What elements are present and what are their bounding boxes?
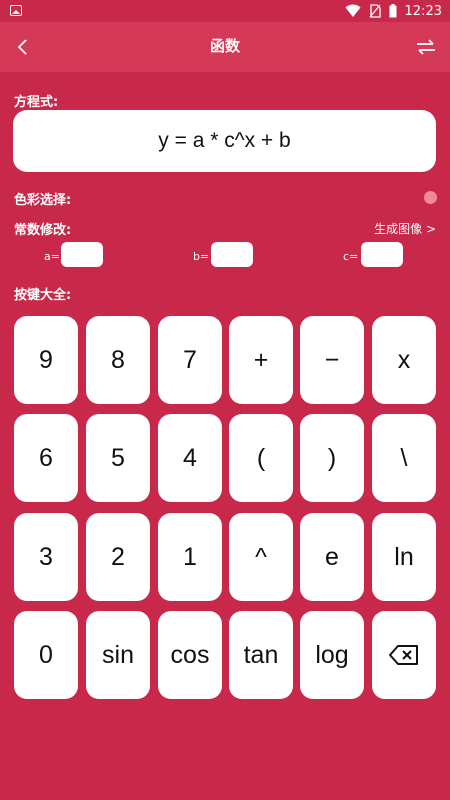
status-bar: 12:23 (0, 0, 450, 22)
title-bar: 函数 (0, 22, 450, 72)
key-5[interactable]: 5 (86, 414, 150, 502)
key-2[interactable]: 2 (86, 513, 150, 601)
key-7[interactable]: 7 (158, 316, 222, 404)
keys-label: 按键大全: (14, 288, 72, 303)
key-6[interactable]: 6 (14, 414, 78, 502)
key-minus[interactable]: − (300, 316, 364, 404)
key-caret[interactable]: ^ (229, 513, 293, 601)
key-sin[interactable]: sin (86, 611, 150, 699)
key-e[interactable]: e (300, 513, 364, 601)
equation-label: 方程式: (14, 95, 59, 110)
image-notification-icon (10, 5, 22, 16)
generate-graph-link[interactable]: 生成图像 > (374, 220, 436, 237)
constant-b-label: b= (193, 250, 210, 263)
battery-icon (389, 4, 397, 18)
equation-field[interactable]: y = a * c^x + b (13, 110, 436, 172)
key-open-paren[interactable]: ( (229, 414, 293, 502)
backspace-icon (389, 645, 418, 665)
page-title: 函数 (209, 37, 240, 55)
key-close-paren[interactable]: ) (300, 414, 364, 502)
constant-c-label: c= (343, 250, 359, 263)
color-label: 色彩选择: (14, 193, 72, 208)
key-8[interactable]: 8 (86, 316, 150, 404)
wifi-icon (345, 4, 361, 17)
key-3[interactable]: 3 (14, 513, 78, 601)
key-4[interactable]: 4 (158, 414, 222, 502)
constant-c-input[interactable] (361, 242, 403, 267)
key-9[interactable]: 9 (14, 316, 78, 404)
key-backspace[interactable] (372, 611, 436, 699)
key-tan[interactable]: tan (229, 611, 293, 699)
constant-a-input[interactable] (61, 242, 103, 267)
swap-icon[interactable] (414, 35, 438, 59)
key-log[interactable]: log (300, 611, 364, 699)
key-0[interactable]: 0 (14, 611, 78, 699)
key-plus[interactable]: + (229, 316, 293, 404)
key-backslash[interactable]: \ (372, 414, 436, 502)
constant-a-label: a= (44, 250, 60, 263)
key-cos[interactable]: cos (158, 611, 222, 699)
key-1[interactable]: 1 (158, 513, 222, 601)
key-x[interactable]: x (372, 316, 436, 404)
sim-icon (369, 4, 381, 18)
key-ln[interactable]: ln (372, 513, 436, 601)
color-swatch[interactable] (424, 191, 437, 204)
status-icons: 12:23 (345, 3, 442, 19)
constant-b-input[interactable] (211, 242, 253, 267)
status-time: 12:23 (404, 3, 442, 19)
constants-label: 常数修改: (14, 223, 72, 238)
